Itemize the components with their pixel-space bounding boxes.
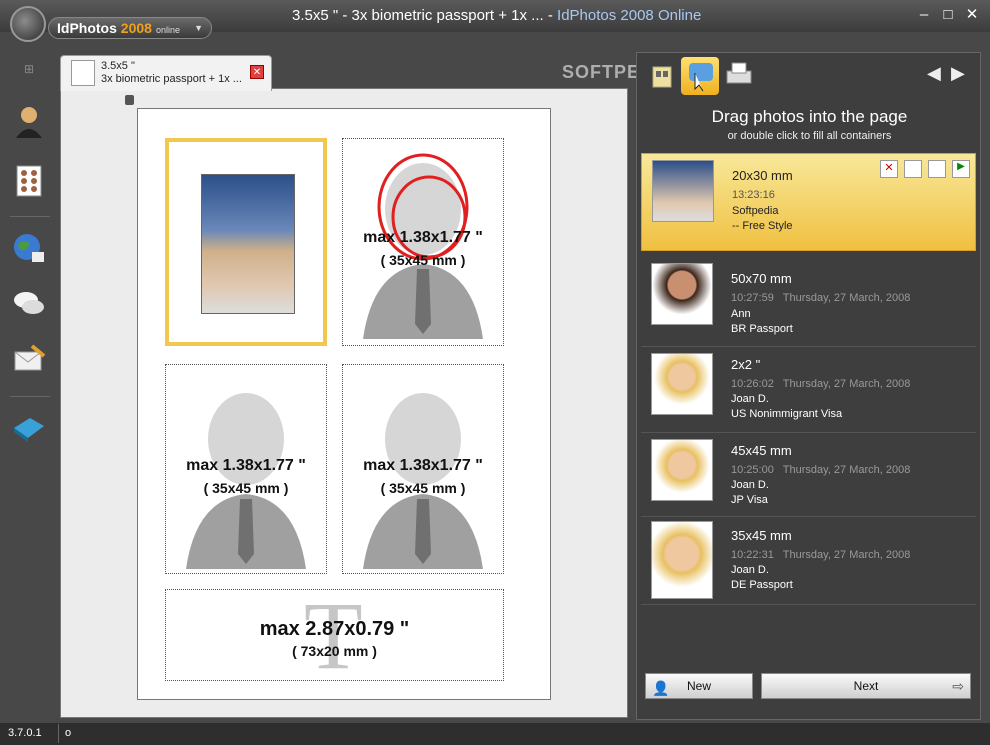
delete-photo-icon[interactable]: ✕ xyxy=(880,160,898,178)
photo-thumbnail xyxy=(651,263,713,325)
brand-menu-button[interactable]: IdPhotos 2008 online ▼ xyxy=(48,17,212,39)
photo-list-item[interactable]: 35x45 mm 10:22:31 Thursday, 27 March, 20… xyxy=(641,517,976,605)
globe-logo-icon[interactable] xyxy=(10,6,46,42)
book-help-icon[interactable] xyxy=(12,410,46,444)
window-title: 3.5x5 " - 3x biometric passport + 1x ...… xyxy=(292,7,702,24)
printer-icon[interactable] xyxy=(723,59,755,91)
photo-thumbnail xyxy=(652,160,714,222)
chat-icon[interactable] xyxy=(12,288,46,322)
photo-sheet-icon[interactable] xyxy=(12,164,46,198)
minimize-button[interactable]: – xyxy=(914,6,934,24)
arrow-right-icon: ⇨ xyxy=(952,678,964,694)
new-button[interactable]: 👤 New xyxy=(645,673,753,699)
drag-mode-button[interactable] xyxy=(681,57,719,95)
globe-home-icon[interactable] xyxy=(12,232,46,266)
app-window: IdPhotos 2008 online ▼ 3.5x5 " - 3x biomet… xyxy=(0,0,990,745)
text-slot[interactable]: T max 2.87x0.79 " ( 73x20 mm ) xyxy=(165,589,504,681)
title-bar: IdPhotos 2008 online ▼ 3.5x5 " - 3x biomet… xyxy=(0,0,990,42)
close-button[interactable]: ✕ xyxy=(962,6,982,24)
person-add-icon: 👤 xyxy=(652,680,670,696)
tab-layout[interactable]: 3.5x5 " 3x biometric passport + 1x ... ✕ xyxy=(60,55,272,91)
photo-slot[interactable]: max 1.38x1.77 " ( 35x45 mm ) xyxy=(165,364,327,574)
person-icon[interactable] xyxy=(12,104,46,138)
status-bar: 3.7.0.1 o xyxy=(0,723,990,745)
chevron-down-icon: ▼ xyxy=(194,23,203,33)
photo-list-item[interactable]: 50x70 mm 10:27:59 Thursday, 27 March, 20… xyxy=(641,257,976,347)
photo-list-item[interactable]: 2x2 " 10:26:02 Thursday, 27 March, 2008 … xyxy=(641,347,976,433)
photo-slot[interactable]: max 1.38x1.77 " ( 35x45 mm ) xyxy=(342,138,504,346)
expand-icon[interactable]: ⊞ xyxy=(24,62,34,76)
lock-icon[interactable] xyxy=(125,95,134,105)
next-button[interactable]: Next ⇨ xyxy=(761,673,971,699)
edit-photo-icon[interactable] xyxy=(928,160,946,178)
close-tab-button[interactable]: ✕ xyxy=(250,65,264,79)
panel-title: Drag photos into the page xyxy=(711,107,908,126)
photo-slot[interactable]: max 1.38x1.77 " ( 35x45 mm ) xyxy=(342,364,504,574)
mail-edit-icon[interactable] xyxy=(12,342,46,376)
prev-arrow-icon[interactable]: ◀ xyxy=(927,63,941,84)
next-arrow-icon[interactable]: ▶ xyxy=(951,63,965,84)
status-field: o xyxy=(58,724,986,743)
maximize-button[interactable]: □ xyxy=(938,6,958,24)
photo-list-item[interactable]: 45x45 mm 10:25:00 Thursday, 27 March, 20… xyxy=(641,433,976,517)
layout-thumbnail-icon xyxy=(71,60,95,86)
photo-thumbnail xyxy=(651,521,713,599)
portrait-photo[interactable] xyxy=(201,174,295,314)
left-toolbar: ⊞ xyxy=(0,50,58,720)
open-folder-icon[interactable] xyxy=(904,160,922,178)
play-icon[interactable]: ▶ xyxy=(952,160,970,178)
photo-thumbnail xyxy=(651,353,713,415)
photos-panel: ◀ ▶ Drag photos into the page or double … xyxy=(636,52,981,720)
photo-list-item[interactable]: 20x30 mm 13:23:16 Softpedia -- Free Styl… xyxy=(641,153,976,251)
sheet-layout-icon[interactable] xyxy=(647,61,677,91)
panel-subtitle: or double click to fill all containers xyxy=(727,130,892,142)
photo-thumbnail xyxy=(651,439,713,501)
photo-slot-filled[interactable] xyxy=(165,138,327,346)
version-label: 3.7.0.1 xyxy=(8,727,42,739)
